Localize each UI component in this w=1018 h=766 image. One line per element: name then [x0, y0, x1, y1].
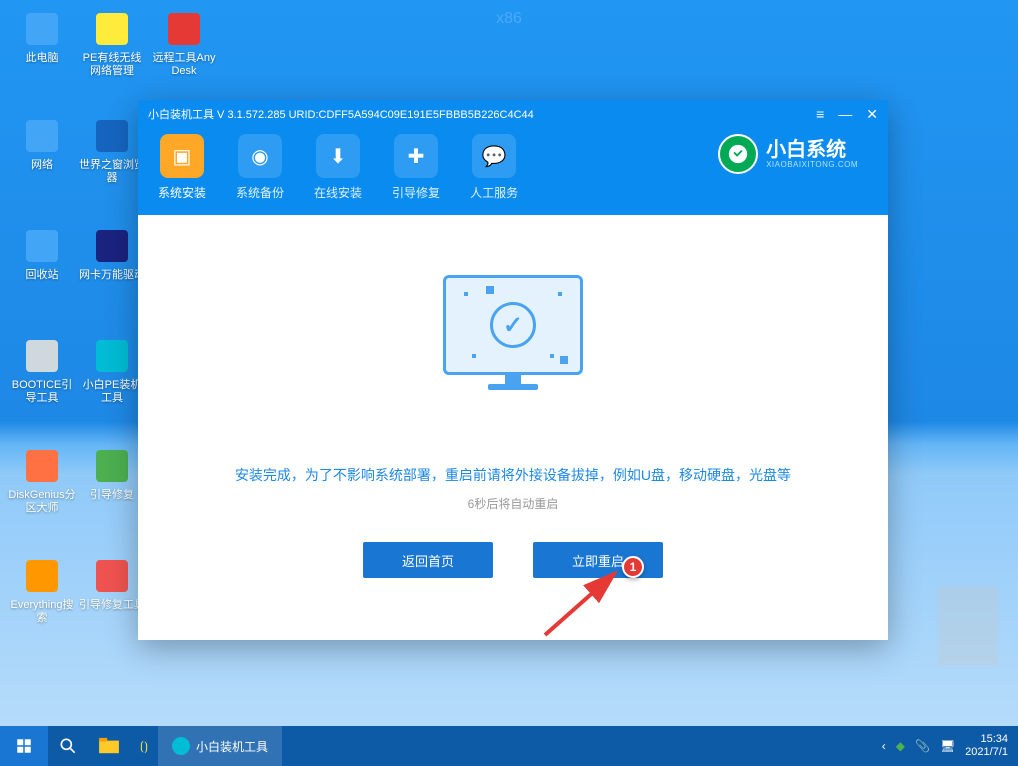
desktop-icon[interactable]: 远程工具AnyDesk: [150, 8, 218, 78]
desktop-icon[interactable]: 此电脑: [8, 8, 76, 65]
tab-label: 在线安装: [314, 184, 362, 201]
taskbar-wifi-icon[interactable]: ⟮⟯: [130, 726, 158, 766]
clock-date: 2021/7/1: [965, 746, 1008, 759]
icon-label: 远程工具AnyDesk: [150, 52, 218, 78]
window-body: ✓ 安装完成，为了不影响系统部署，重启前请将外接设备拔掉，例如U盘，移动硬盘，光…: [138, 215, 888, 598]
taskbar: ⟮⟯ 小白装机工具 ‹ ◆ 📎 🖥 15:34 2021/7/1: [0, 726, 1018, 766]
window-header: 小白装机工具 V 3.1.572.285 URID:CDFF5A594C09E1…: [138, 100, 888, 215]
window-title: 小白装机工具 V 3.1.572.285 URID:CDFF5A594C09E1…: [148, 106, 816, 122]
app-icon: [21, 445, 63, 487]
app-icon: [91, 115, 133, 157]
nav-tab[interactable]: ◉ 系统备份: [236, 134, 284, 201]
desktop-icon[interactable]: 引导修复工具: [78, 555, 146, 612]
tab-icon: ✚: [394, 134, 438, 178]
icon-label: Everything搜索: [8, 599, 76, 625]
icon-label: PE有线无线网络管理: [78, 52, 146, 78]
app-icon: [91, 8, 133, 50]
desktop-icon[interactable]: Everything搜索: [8, 555, 76, 625]
message-main: 安装完成，为了不影响系统部署，重启前请将外接设备拔掉，例如U盘，移动硬盘，光盘等: [178, 465, 848, 485]
nav-tab[interactable]: ⬇ 在线安装: [314, 134, 362, 201]
desktop-icon[interactable]: PE有线无线网络管理: [78, 8, 146, 78]
restart-button[interactable]: 立即重启: [533, 542, 663, 578]
nav-tab[interactable]: ▣ 系统安装: [158, 134, 206, 201]
icon-label: BOOTICE引导工具: [8, 379, 76, 405]
desktop-icon[interactable]: 引导修复: [78, 445, 146, 502]
tab-icon: ⬇: [316, 134, 360, 178]
taskbar-app-label: 小白装机工具: [196, 738, 268, 755]
icon-label: 引导修复: [78, 489, 146, 502]
icon-label: 网卡万能驱动: [78, 269, 146, 282]
back-button[interactable]: 返回首页: [363, 542, 493, 578]
app-icon: [91, 445, 133, 487]
brand-url: XIAOBAIXITONG.COM: [766, 161, 858, 170]
app-icon: [163, 8, 205, 50]
icon-label: 回收站: [8, 269, 76, 282]
icon-label: 网络: [8, 159, 76, 172]
brand-name: 小白系统: [766, 139, 858, 161]
icon-label: 此电脑: [8, 52, 76, 65]
tab-icon: ▣: [160, 134, 204, 178]
tab-label: 人工服务: [470, 184, 518, 201]
start-button[interactable]: [0, 726, 48, 766]
app-icon: [21, 115, 63, 157]
app-window: 小白装机工具 V 3.1.572.285 URID:CDFF5A594C09E1…: [138, 100, 888, 640]
taskbar-search-icon[interactable]: [48, 726, 88, 766]
tab-label: 引导修复: [392, 184, 440, 201]
app-icon: [91, 225, 133, 267]
nav-tab[interactable]: 💬 人工服务: [470, 134, 518, 201]
message-countdown: 6秒后将自动重启: [178, 495, 848, 512]
checkmark-icon: ✓: [490, 302, 536, 348]
app-icon: [21, 8, 63, 50]
desktop-icon[interactable]: 网卡万能驱动: [78, 225, 146, 282]
brand: 小白系统 XIAOBAIXITONG.COM: [718, 134, 868, 174]
desktop-icon[interactable]: BOOTICE引导工具: [8, 335, 76, 405]
tray-display-icon[interactable]: 🖥: [940, 739, 955, 753]
minimize-icon[interactable]: —: [838, 106, 852, 123]
tab-label: 系统备份: [236, 184, 284, 201]
annotation-badge: 1: [622, 556, 644, 578]
watermark: [938, 586, 998, 666]
tray-usb-icon[interactable]: 📎: [915, 739, 930, 753]
icon-label: 世界之窗浏览器: [78, 159, 146, 185]
app-icon: [91, 555, 133, 597]
desktop-icon[interactable]: 小白PE装机工具: [78, 335, 146, 405]
icon-label: DiskGenius分区大师: [8, 489, 76, 515]
tray-shield-icon[interactable]: ◆: [896, 739, 905, 753]
tab-icon: ◉: [238, 134, 282, 178]
desktop-icon[interactable]: 回收站: [8, 225, 76, 282]
success-illustration: ✓: [433, 275, 593, 415]
taskbar-app-item[interactable]: 小白装机工具: [158, 726, 282, 766]
tab-icon: 💬: [472, 134, 516, 178]
app-icon: [21, 225, 63, 267]
app-icon: [21, 335, 63, 377]
icon-label: 引导修复工具: [78, 599, 146, 612]
monitor-icon: ✓: [443, 275, 583, 375]
tray-chevron-icon[interactable]: ‹: [882, 739, 886, 753]
desktop-icon[interactable]: 世界之窗浏览器: [78, 115, 146, 185]
icon-label: 小白PE装机工具: [78, 379, 146, 405]
brand-logo-icon: [718, 134, 758, 174]
nav-tab[interactable]: ✚ 引导修复: [392, 134, 440, 201]
close-icon[interactable]: ✕: [866, 106, 878, 123]
app-icon: [21, 555, 63, 597]
desktop-icon[interactable]: 网络: [8, 115, 76, 172]
taskbar-clock[interactable]: 15:34 2021/7/1: [965, 733, 1008, 759]
tab-label: 系统安装: [158, 184, 206, 201]
arch-label: x86: [496, 10, 522, 28]
desktop-icon[interactable]: DiskGenius分区大师: [8, 445, 76, 515]
app-icon: [91, 335, 133, 377]
clock-time: 15:34: [965, 733, 1008, 746]
taskbar-explorer-icon[interactable]: [88, 726, 130, 766]
menu-icon[interactable]: ≡: [816, 106, 824, 123]
